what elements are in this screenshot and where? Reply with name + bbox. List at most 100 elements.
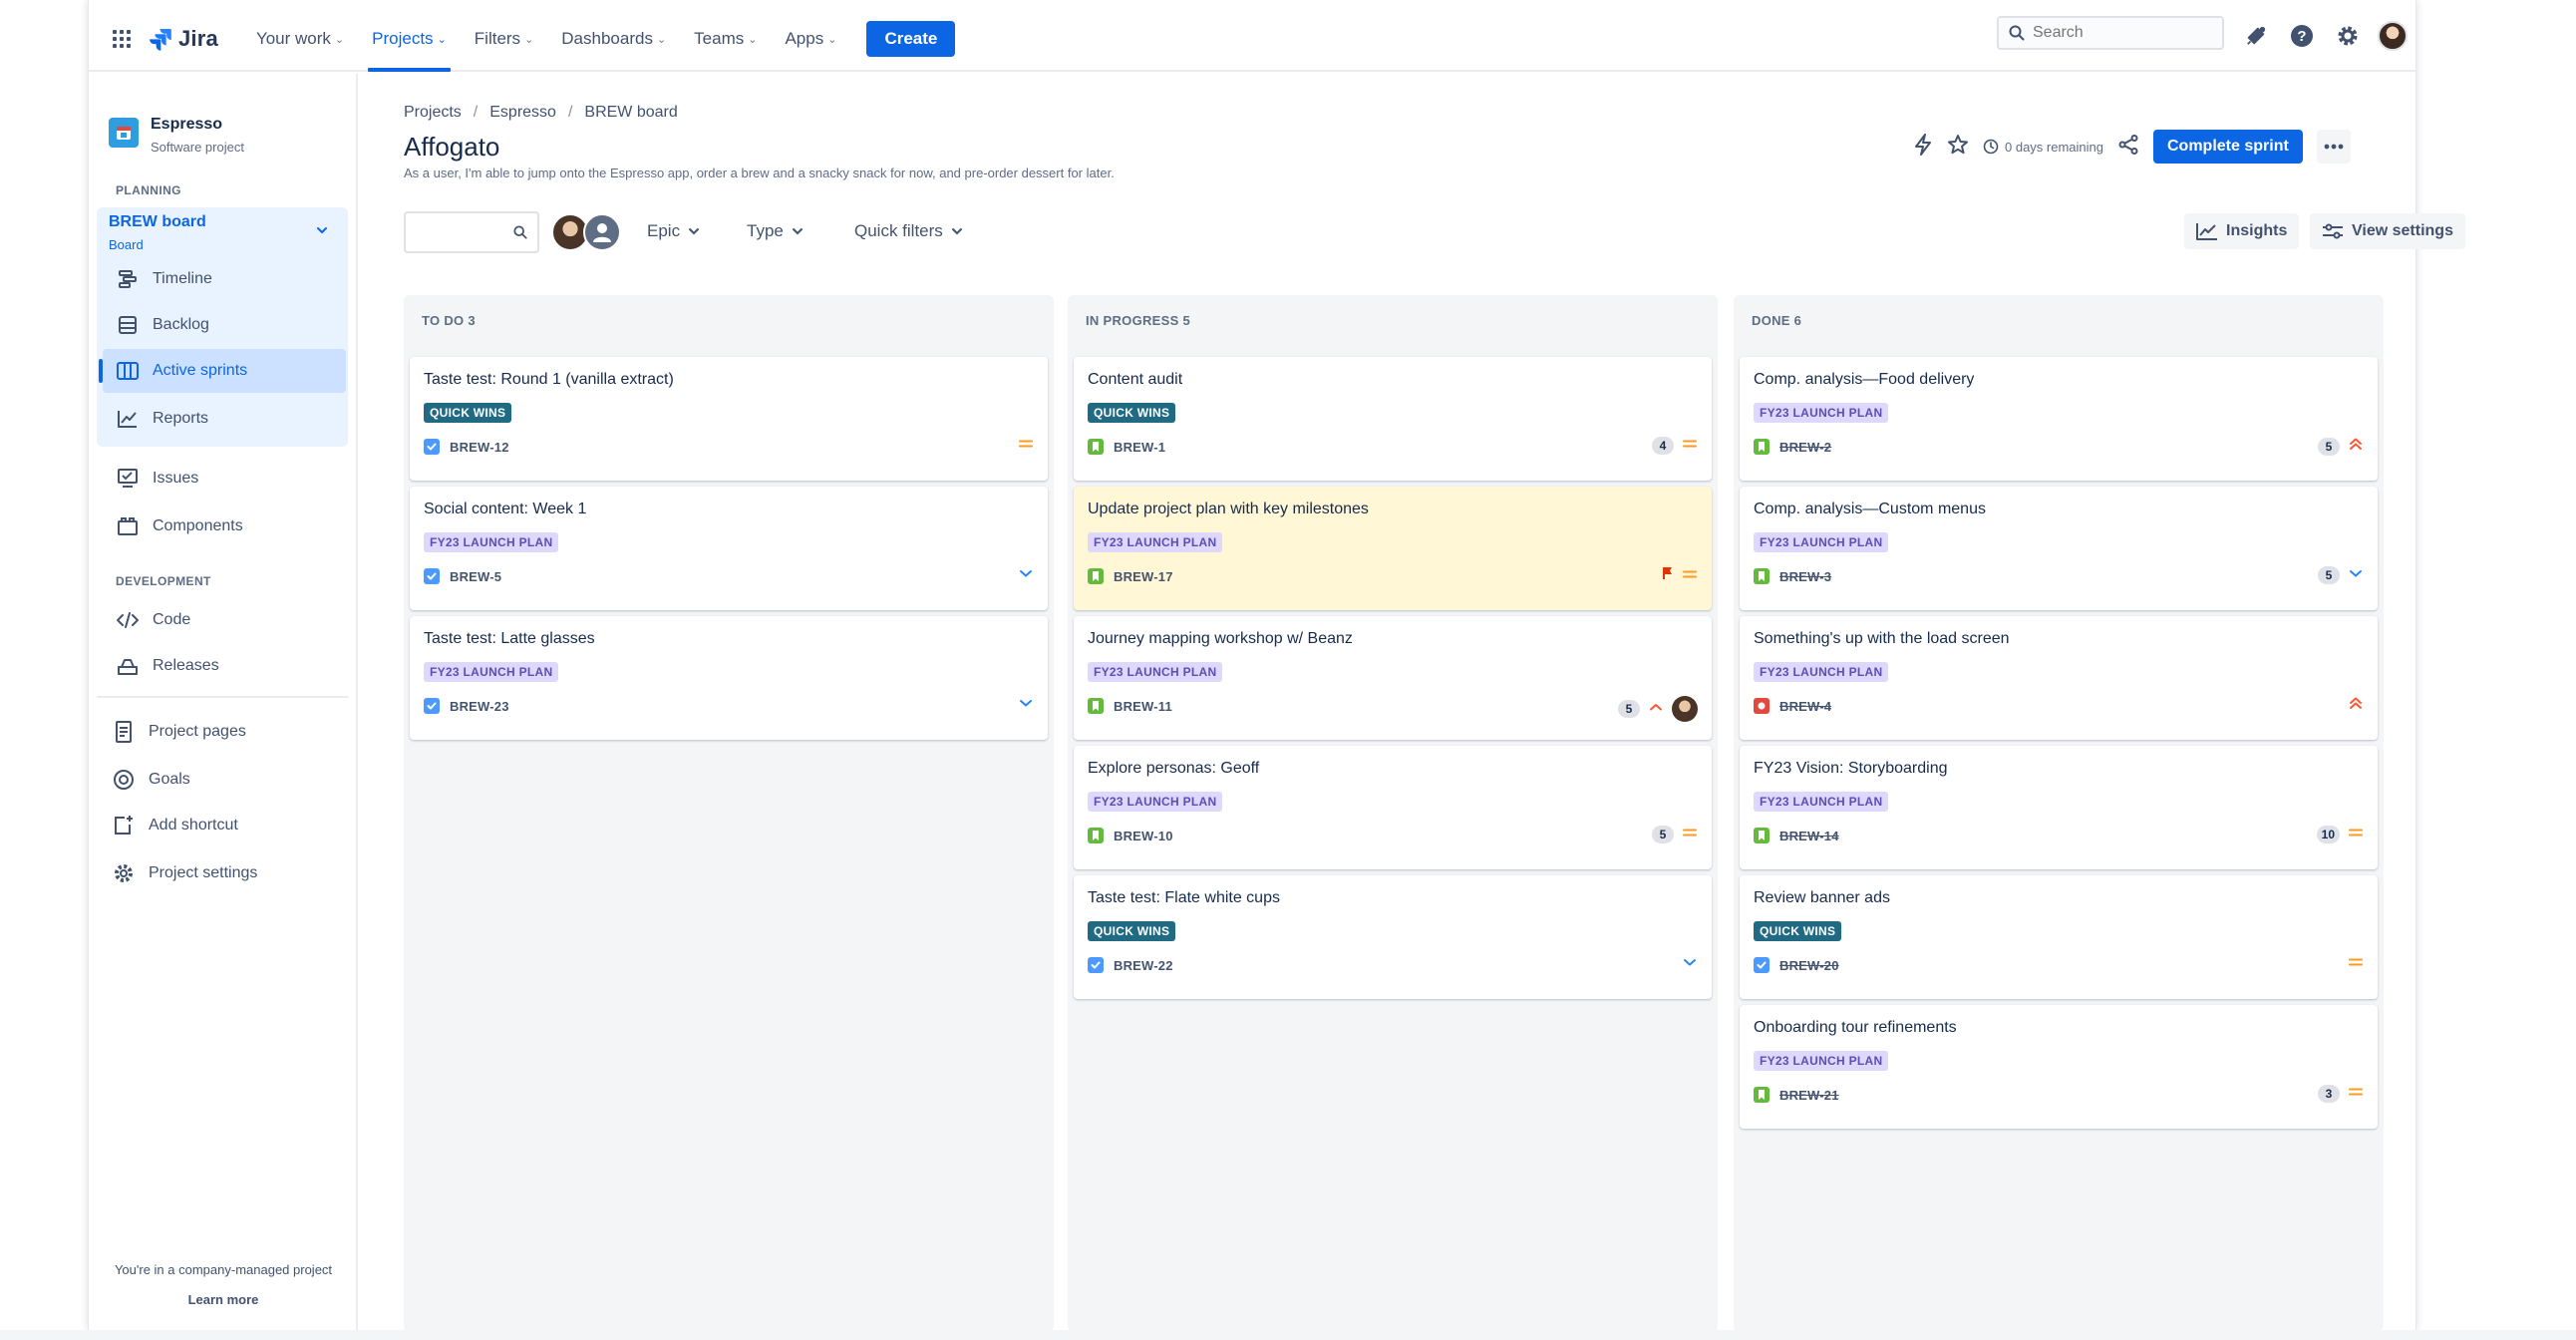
sidebar-item-reports[interactable]: Reports xyxy=(103,397,346,441)
issue-card[interactable]: Taste test: Latte glasses FY23 LAUNCH PLA… xyxy=(410,616,1048,740)
user-avatar[interactable] xyxy=(2378,21,2408,51)
sidebar-divider xyxy=(97,696,348,698)
nav-your-work[interactable]: Your work ⌄ xyxy=(246,8,354,70)
view-settings-button[interactable]: View settings xyxy=(2310,213,2465,249)
sidebar-item-project-settings[interactable]: Project settings xyxy=(103,851,346,895)
epic-filter[interactable]: Epic xyxy=(647,221,700,241)
company-managed-note: You're in a company-managed project xyxy=(114,1262,333,1277)
issue-card[interactable]: Comp. analysis—Custom menus FY23 LAUNCH P… xyxy=(1740,487,2378,610)
epic-label[interactable]: FY23 LAUNCH PLAN xyxy=(1754,1051,1889,1071)
epic-label[interactable]: FY23 LAUNCH PLAN xyxy=(1754,403,1889,423)
issue-key[interactable]: BREW-5 xyxy=(450,569,501,584)
sidebar-item-code[interactable]: Code xyxy=(103,598,346,642)
issue-key[interactable]: BREW-17 xyxy=(1114,569,1173,584)
epic-label[interactable]: FY23 LAUNCH PLAN xyxy=(1088,662,1223,682)
card-title: FY23 Vision: Storyboarding xyxy=(1754,760,1948,777)
issue-card[interactable]: Content audit QUICK WINS BREW-1 4 xyxy=(1074,357,1712,481)
epic-label[interactable]: FY23 LAUNCH PLAN xyxy=(424,532,559,552)
epic-label[interactable]: FY23 LAUNCH PLAN xyxy=(1754,792,1889,812)
unassigned-avatar[interactable] xyxy=(583,213,621,251)
card-title: Onboarding tour refinements xyxy=(1754,1019,1957,1036)
complete-sprint-button[interactable]: Complete sprint xyxy=(2153,130,2303,164)
board-search-input[interactable] xyxy=(404,211,539,253)
sidebar-item-issues[interactable]: Issues xyxy=(103,457,346,501)
learn-more-link[interactable]: Learn more xyxy=(89,1292,358,1307)
nav-projects[interactable]: Projects ⌄ xyxy=(362,8,457,72)
sidebar-item-components[interactable]: Components xyxy=(103,504,346,548)
breadcrumb-board[interactable]: BREW board xyxy=(584,104,677,122)
create-button[interactable]: Create xyxy=(866,21,956,57)
epic-label[interactable]: QUICK WINS xyxy=(424,403,512,423)
epic-label[interactable]: QUICK WINS xyxy=(1088,403,1176,423)
issue-card[interactable]: Onboarding tour refinements FY23 LAUNCH P… xyxy=(1740,1005,2378,1129)
more-actions-button[interactable] xyxy=(2316,130,2351,164)
issue-key[interactable]: BREW-22 xyxy=(1114,958,1173,973)
sidebar-item-add-shortcut[interactable]: Add shortcut xyxy=(103,804,346,847)
epic-label[interactable]: FY23 LAUNCH PLAN xyxy=(1088,532,1223,552)
issue-card[interactable]: Update project plan with key milestones F… xyxy=(1074,487,1712,610)
automation-icon[interactable] xyxy=(1913,133,1933,161)
settings-gear-icon[interactable] xyxy=(2332,20,2364,52)
priority-low-icon xyxy=(1018,566,1034,584)
task-type-icon xyxy=(424,568,440,584)
app-switcher-icon[interactable] xyxy=(105,22,139,56)
type-filter[interactable]: Type xyxy=(747,221,804,241)
nav-teams[interactable]: Teams ⌄ xyxy=(684,8,767,70)
sidebar-item-timeline[interactable]: Timeline xyxy=(103,257,346,301)
nav-apps[interactable]: Apps ⌄ xyxy=(775,8,846,70)
breadcrumb-projects[interactable]: Projects xyxy=(404,104,462,122)
issue-key[interactable]: BREW-10 xyxy=(1114,829,1173,843)
epic-label[interactable]: FY23 LAUNCH PLAN xyxy=(1754,532,1889,552)
issue-card[interactable]: Taste test: Flate white cups QUICK WINS BR… xyxy=(1074,875,1712,999)
issue-key[interactable]: BREW-20 xyxy=(1779,958,1839,973)
issue-key[interactable]: BREW-14 xyxy=(1779,829,1839,843)
issue-card[interactable]: Comp. analysis—Food delivery FY23 LAUNCH … xyxy=(1740,357,2378,481)
sidebar-item-backlog[interactable]: Backlog xyxy=(103,303,346,347)
issue-card[interactable]: Something's up with the load screen FY23 … xyxy=(1740,616,2378,740)
epic-label[interactable]: QUICK WINS xyxy=(1088,921,1176,941)
epic-label[interactable]: FY23 LAUNCH PLAN xyxy=(424,662,559,682)
issue-key[interactable]: BREW-1 xyxy=(1114,440,1165,455)
search-input[interactable] xyxy=(2033,24,2202,42)
issue-card[interactable]: Review banner ads QUICK WINS BREW-20 xyxy=(1740,875,2378,999)
star-icon[interactable] xyxy=(1947,134,1969,161)
issue-card[interactable]: Journey mapping workshop w/ Beanz FY23 LA… xyxy=(1074,616,1712,740)
issue-key[interactable]: BREW-2 xyxy=(1779,440,1831,455)
board-selector[interactable]: BREW board Board xyxy=(109,213,340,252)
priority-medium-icon xyxy=(2348,955,2364,973)
issue-key[interactable]: BREW-11 xyxy=(1114,699,1172,714)
epic-label[interactable]: FY23 LAUNCH PLAN xyxy=(1088,792,1223,812)
card-footer: BREW-21 xyxy=(1754,1087,1839,1103)
sidebar-item-label: Project pages xyxy=(149,723,246,740)
chevron-down-icon: ⌄ xyxy=(437,33,447,46)
issue-card[interactable]: Taste test: Round 1 (vanilla extract) QUI… xyxy=(410,357,1048,481)
issue-card[interactable]: Explore personas: Geoff FY23 LAUNCH PLAN B… xyxy=(1074,746,1712,869)
quick-filters[interactable]: Quick filters xyxy=(854,221,963,241)
issue-key[interactable]: BREW-3 xyxy=(1779,569,1831,584)
issue-key[interactable]: BREW-4 xyxy=(1779,699,1831,714)
epic-label[interactable]: FY23 LAUNCH PLAN xyxy=(1754,662,1889,682)
nav-dashboards[interactable]: Dashboards ⌄ xyxy=(551,8,676,70)
assignee-avatar[interactable] xyxy=(1672,696,1698,722)
issue-card[interactable]: Social content: Week 1 FY23 LAUNCH PLAN BR… xyxy=(410,487,1048,610)
insights-button[interactable]: Insights xyxy=(2184,213,2300,249)
project-header[interactable]: Espresso Software project xyxy=(109,114,244,155)
breadcrumb-espresso[interactable]: Espresso xyxy=(489,104,556,122)
share-icon[interactable] xyxy=(2117,134,2139,161)
card-meta: 10 xyxy=(2316,826,2364,843)
notifications-icon[interactable] xyxy=(2240,20,2272,52)
help-icon[interactable]: ? xyxy=(2286,20,2318,52)
sidebar-item-releases[interactable]: Releases xyxy=(103,644,346,688)
story-type-icon xyxy=(1088,698,1104,714)
jira-logo[interactable]: Jira xyxy=(149,26,218,52)
nav-filters[interactable]: Filters ⌄ xyxy=(465,8,544,70)
issue-key[interactable]: BREW-23 xyxy=(450,699,509,714)
sidebar-item-goals[interactable]: Goals xyxy=(103,758,346,802)
issue-key[interactable]: BREW-12 xyxy=(450,440,509,455)
global-search[interactable] xyxy=(1997,16,2224,50)
sidebar-item-project-pages[interactable]: Project pages xyxy=(103,710,346,754)
issue-card[interactable]: FY23 Vision: Storyboarding FY23 LAUNCH PL… xyxy=(1740,746,2378,869)
issue-key[interactable]: BREW-21 xyxy=(1779,1088,1839,1103)
sidebar-item-active-sprints[interactable]: Active sprints xyxy=(99,349,346,393)
epic-label[interactable]: QUICK WINS xyxy=(1754,921,1842,941)
